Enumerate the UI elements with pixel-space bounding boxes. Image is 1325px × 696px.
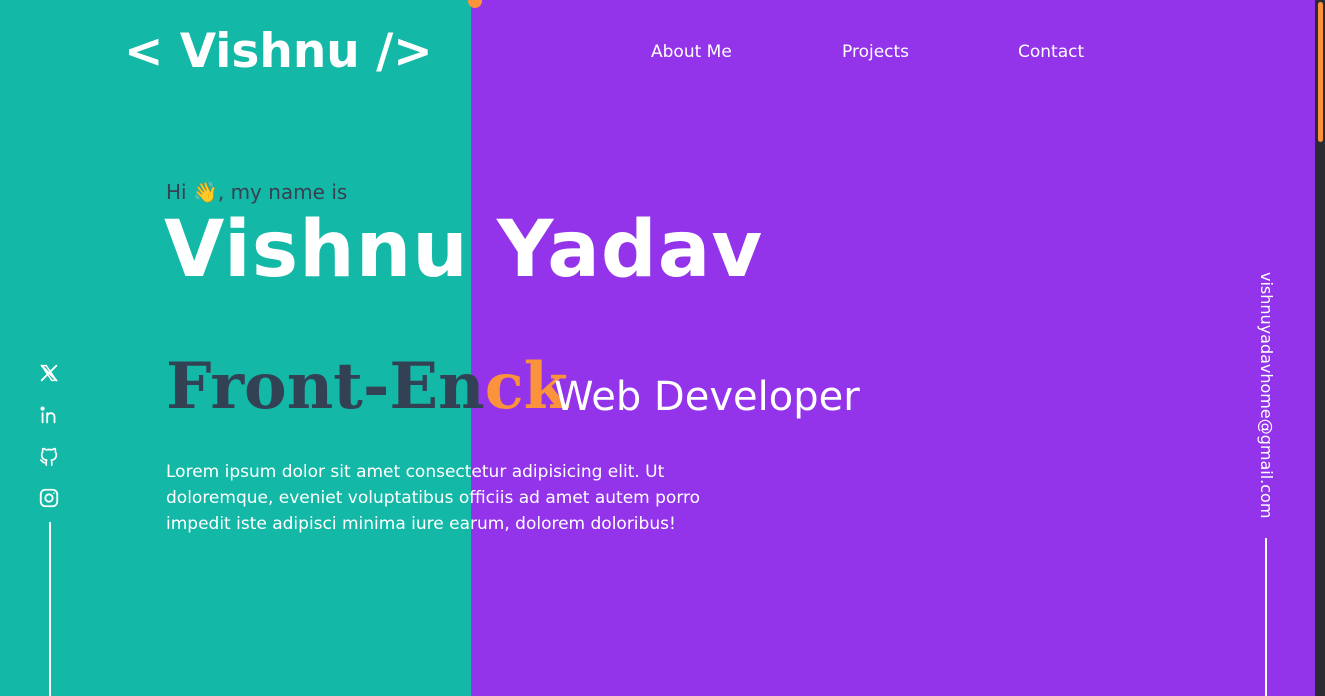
nav-contact-link[interactable]: Contact bbox=[1018, 40, 1084, 64]
scrollbar-thumb[interactable] bbox=[1318, 2, 1323, 142]
scrollbar[interactable] bbox=[1315, 0, 1325, 696]
nav-projects-link[interactable]: Projects bbox=[842, 40, 909, 64]
role-suffix: Web Developer bbox=[554, 374, 860, 420]
email-divider-line bbox=[1265, 538, 1267, 696]
nav-about-me-link[interactable]: About Me bbox=[651, 40, 732, 64]
github-icon[interactable] bbox=[36, 445, 62, 471]
linkedin-icon[interactable] bbox=[36, 404, 62, 430]
site-logo[interactable]: < Vishnu /> bbox=[124, 22, 433, 82]
typed-role-text: Front-En bbox=[166, 349, 485, 424]
x-twitter-icon[interactable] bbox=[36, 362, 62, 388]
social-divider-line bbox=[49, 522, 51, 696]
portfolio-page: < Vishnu /> About Me Projects Contact Hi… bbox=[0, 0, 1325, 696]
instagram-icon[interactable] bbox=[36, 487, 62, 513]
email-link[interactable]: vishnuyadavhome@gmail.com bbox=[1248, 272, 1284, 526]
hero-bio: Lorem ipsum dolor sit amet consectetur a… bbox=[166, 462, 701, 534]
social-links bbox=[36, 360, 64, 528]
purple-panel bbox=[471, 0, 1315, 696]
typed-role: Front-Enck bbox=[166, 344, 568, 430]
hero-name: Vishnu Yadav bbox=[164, 205, 764, 295]
